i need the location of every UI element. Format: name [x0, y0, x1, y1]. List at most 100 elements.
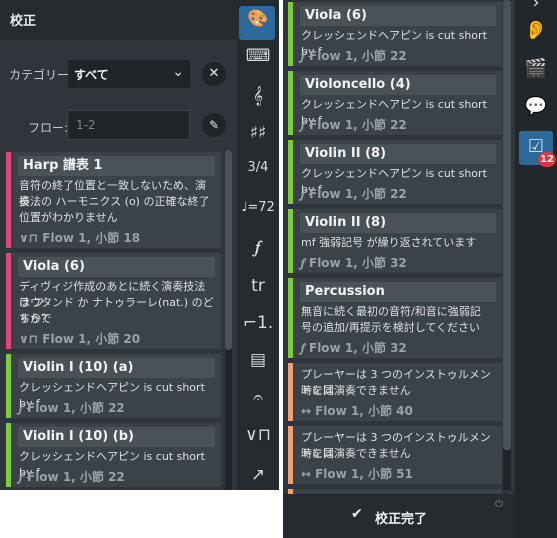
issue-type-icon: 𝆑 [301, 256, 305, 270]
category-value: すべて [74, 68, 109, 82]
proofreading-panel-right: Viola (6) クレッシェンドヘアピン is cut short by f 𝆑 F… [283, 0, 515, 538]
issue-location-text: Flow 1, 小節 40 [315, 404, 413, 418]
bowing-icon[interactable]: ∨⊓ [237, 425, 279, 445]
issue-location-text: Flow 1, 小節 22 [309, 118, 407, 132]
key-signature-icon[interactable]: ♯♯ [237, 123, 279, 143]
issue-location-text: Flow 1, 小節 22 [27, 401, 125, 415]
issue-location: 𝆑 Flow 1, 小節 22 [301, 116, 407, 133]
issue-location: ↔ Flow 1, 小節 51 [301, 465, 413, 482]
issue-card[interactable]: Violin II (8) クレッシェンドヘアピン is cut short by… [288, 140, 502, 204]
trill-icon[interactable]: tr [237, 276, 279, 296]
issue-title: Viola (6) [300, 6, 496, 26]
scrollbar-thumb-right[interactable] [503, 0, 511, 450]
repeat-ending-icon[interactable]: ⌐1. [237, 313, 279, 333]
issue-description-line: すか？ [19, 312, 52, 325]
issue-description-line: 時には演奏できません [301, 447, 411, 460]
side-rail [515, 0, 557, 538]
done-label: 校正完了 [375, 512, 428, 527]
background-area [0, 490, 279, 538]
flow-input[interactable]: 1-2 [67, 110, 190, 140]
issue-card[interactable]: Viola (6) クレッシェンドヘアピン is cut short by f 𝆑 F… [288, 2, 502, 66]
time-signature-icon[interactable]: 3/4 [237, 160, 279, 175]
issue-card[interactable]: Violin II (8) mf 強弱記号 が繰り返されています 𝆑 Flow 1, … [288, 209, 502, 273]
severity-bar [288, 363, 293, 421]
issue-location: 𝆑 Flow 1, 小節 22 [301, 185, 407, 202]
panel-header: 校正 [0, 0, 237, 40]
issue-location: ∨⊓ Flow 1, 小節 20 [19, 330, 140, 347]
issue-type-icon: ∨⊓ [19, 332, 39, 346]
category-label: カテゴリー: [9, 68, 74, 82]
issue-location-text: Flow 1, 小節 20 [42, 332, 141, 346]
issue-card[interactable]: Violin I (10) (a) クレッシェンドヘアピン is cut shor… [6, 354, 221, 418]
chevron-right-icon[interactable]: › [515, 0, 557, 13]
issue-location: ↔ Flow 1, 小節 40 [301, 402, 413, 419]
fermata-icon[interactable]: 𝄐 [237, 388, 279, 408]
issue-card[interactable]: プレーヤーは 3 つのインストゥルメントを同 時には演奏できません ↔ Flow 1,… [288, 426, 502, 484]
issue-title: Violin II (8) [300, 144, 496, 164]
issue-card[interactable]: Violoncello (4) クレッシェンドヘアピン is cut short … [288, 71, 502, 135]
chevron-down-icon: ⌄ [172, 64, 184, 80]
treble-clef-icon[interactable]: 𝄞 [237, 86, 279, 106]
issue-type-icon: 𝆑 [301, 118, 305, 132]
panel-title: 校正 [10, 14, 37, 29]
issue-location-text: Flow 1, 小節 32 [309, 341, 407, 355]
flow-label: フロー: [28, 121, 69, 135]
severity-bar [6, 152, 11, 248]
edit-flow-button[interactable]: ✎ [202, 113, 226, 137]
rehearsal-icon[interactable]: ▤ [237, 350, 279, 370]
keyboard-icon[interactable]: ⌨ [237, 46, 279, 66]
dynamics-icon[interactable]: 𝆑 [237, 238, 279, 258]
category-select[interactable]: すべて ⌄ [68, 60, 190, 88]
issue-type-icon: 𝆑 [19, 470, 23, 484]
issue-title: Violin II (8) [300, 213, 496, 233]
issue-card[interactable]: Percussion 無音に続く最初の音符/和音に強弱記 号の追加/再提示を検討して… [288, 278, 502, 358]
severity-bar [288, 2, 293, 66]
line-arrow-icon[interactable]: ↗ [237, 465, 279, 485]
severity-bar [288, 426, 293, 484]
comment-icon[interactable]: 💬 [515, 96, 557, 117]
issue-title: Violin I (10) (b) [18, 427, 215, 447]
tempo-icon[interactable]: ♩=72 [237, 200, 279, 215]
ear-icon[interactable]: 👂 [515, 20, 557, 41]
issue-location-text: Flow 1, 小節 32 [309, 256, 407, 270]
issue-location: ∨⊓ Flow 1, 小節 18 [19, 229, 140, 246]
issue-title: Harp 譜表 1 [18, 156, 215, 176]
close-icon: ✕ [208, 66, 220, 81]
issue-type-icon: 𝆑 [301, 341, 305, 355]
issue-location-text: Flow 1, 小節 22 [309, 49, 407, 63]
palette-icon[interactable]: 🎨 [237, 9, 279, 29]
severity-bar [6, 354, 11, 418]
clear-filter-button[interactable]: ✕ [202, 62, 226, 86]
issue-type-icon: 𝆑 [301, 187, 305, 201]
severity-bar [288, 278, 293, 358]
pencil-icon: ✎ [208, 118, 220, 132]
proofreading-done-button[interactable]: ✔ 校正完了 ⏻ [283, 494, 515, 538]
issue-description-line: 号の追加/再提示を検討してください [301, 321, 481, 334]
issue-type-icon: 𝆑 [19, 401, 23, 415]
issue-card[interactable]: プレーヤーは 3 つのインストゥルメントを同 時には演奏できません ↔ Flow 1,… [288, 363, 502, 421]
issue-description-line: 技法の ハーモニクス (o) の正確な終了 [19, 195, 210, 208]
issue-location-text: Flow 1, 小節 18 [42, 231, 141, 245]
clapperboard-icon[interactable]: 🎬 [515, 58, 557, 79]
issue-location: 𝆑 Flow 1, 小節 32 [301, 339, 407, 356]
issue-location: 𝆑 Flow 1, 小節 22 [301, 47, 407, 64]
issue-type-icon: 𝆑 [301, 49, 305, 63]
issue-type-icon: ∨⊓ [19, 231, 39, 245]
issue-description-line: mf 強弱記号 が繰り返されています [301, 236, 477, 249]
issue-card[interactable]: Harp 譜表 1 音符の終了位置と一致しないため、演奏 技法の ハーモニクス (o… [6, 152, 221, 248]
severity-bar [6, 423, 11, 487]
power-icon[interactable]: ⏻ [495, 499, 503, 510]
issue-title: Violoncello (4) [300, 75, 496, 95]
issue-location: 𝆑 Flow 1, 小節 22 [19, 468, 125, 485]
scrollbar-thumb[interactable] [225, 150, 232, 350]
check-icon: ✔ [351, 506, 363, 522]
severity-bar [288, 140, 293, 204]
flow-input-placeholder: 1-2 [76, 118, 96, 132]
proofreading-panel: 校正 カテゴリー: すべて ⌄ ✕ フロー: 1-2 ✎ Harp 譜表 1 音符… [0, 0, 237, 490]
issue-title: Percussion [300, 282, 496, 302]
severity-bar [288, 71, 293, 135]
issue-title: Viola (6) [18, 257, 215, 277]
issue-card[interactable]: Violin I (10) (b) クレッシェンドヘアピン is cut shor… [6, 423, 221, 487]
issue-location-text: Flow 1, 小節 22 [309, 187, 407, 201]
issue-card[interactable]: Viola (6) ディヴィジ作成のあとに続く演奏技法は フラウタンド か ナトゥ… [6, 253, 221, 349]
